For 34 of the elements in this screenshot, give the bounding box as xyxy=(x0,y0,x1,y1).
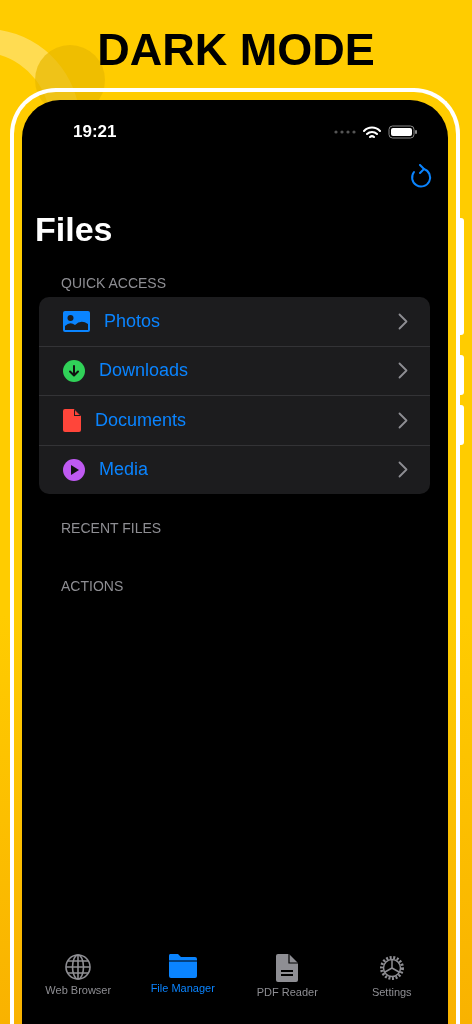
document-icon xyxy=(63,408,81,432)
list-row[interactable]: Downloads xyxy=(39,346,430,396)
row-label: Downloads xyxy=(99,360,190,382)
tab[interactable]: File Manager xyxy=(132,954,233,998)
play-icon xyxy=(63,458,85,481)
tab[interactable]: PDF Reader xyxy=(237,954,338,998)
refresh-icon[interactable] xyxy=(409,164,433,190)
section-header: ACTIONS xyxy=(60,577,125,596)
signal-icon xyxy=(334,130,356,134)
section-header: RECENT FILES xyxy=(60,519,163,538)
document-icon xyxy=(276,954,299,982)
folder-icon xyxy=(167,954,198,978)
headline: DARK MODE xyxy=(96,24,376,76)
page-title: Files xyxy=(34,209,114,249)
settings-icon xyxy=(377,954,406,982)
list-row[interactable]: Photos xyxy=(39,297,430,347)
chevron-icon xyxy=(398,411,408,429)
tab[interactable]: Web Browser xyxy=(28,954,129,998)
row-label: Photos xyxy=(104,310,162,332)
chevron-icon xyxy=(398,312,408,330)
row-label: Media xyxy=(99,459,150,481)
list-row[interactable]: Documents xyxy=(39,396,430,446)
status-time: 19:21 xyxy=(73,122,117,142)
battery-icon xyxy=(388,125,418,139)
section-header: QUICK ACCESS xyxy=(60,274,168,293)
list-row[interactable]: Media xyxy=(39,445,430,494)
chevron-icon xyxy=(398,461,408,479)
download-icon xyxy=(63,359,85,382)
chevron-icon xyxy=(398,362,408,380)
row-label: Documents xyxy=(95,409,188,431)
tab[interactable]: Settings xyxy=(341,954,442,998)
photo-icon xyxy=(63,310,90,332)
wifi-icon xyxy=(363,125,381,139)
globe-icon xyxy=(65,954,92,980)
